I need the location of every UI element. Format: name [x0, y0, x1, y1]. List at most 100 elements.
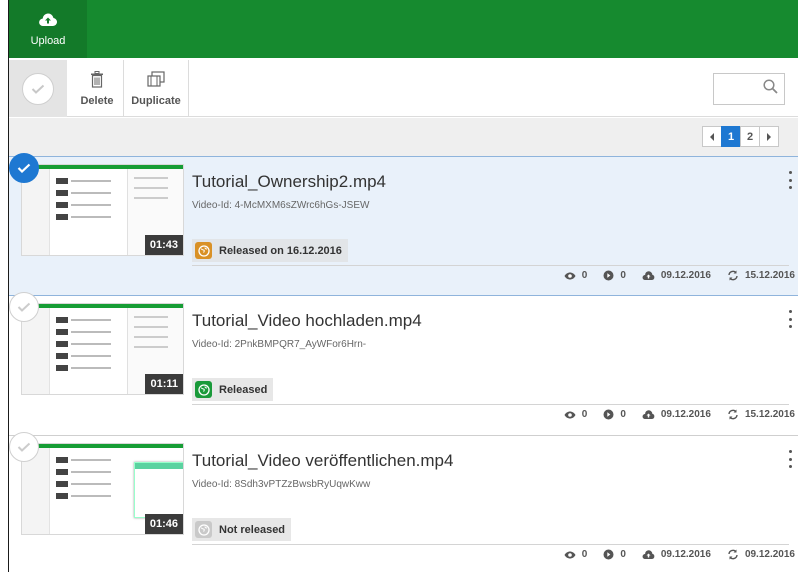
plays-stat: 0	[603, 409, 626, 420]
cloud-upload-icon	[642, 270, 655, 280]
video-id: Video-Id: 4-McMXM6sZWrc6hGs-JSEW	[192, 200, 370, 211]
delete-button[interactable]: Delete	[71, 60, 123, 117]
cloud-upload-icon	[642, 409, 655, 419]
views-stat: 0	[564, 409, 588, 420]
views-count: 0	[581, 409, 588, 420]
eye-icon	[564, 411, 576, 418]
cloud-upload-icon	[642, 549, 655, 559]
duplicate-film-icon	[147, 70, 165, 91]
page-1-button[interactable]: 1	[721, 126, 741, 147]
video-thumbnail[interactable]: 01:46	[21, 443, 184, 535]
video-list-item[interactable]: 01:46 Tutorial_Video veröffentlichen.mp4…	[9, 432, 798, 572]
more-options-icon[interactable]	[787, 310, 793, 328]
check-icon	[17, 302, 31, 312]
item-divider	[192, 404, 789, 405]
video-stats: 0 0 09.12.2016 15.12.2016	[548, 270, 795, 281]
status-text: Released on 16.12.2016	[219, 244, 342, 257]
uploaded-date: 09.12.2016	[660, 549, 711, 560]
video-thumbnail[interactable]: 01:43	[21, 164, 184, 256]
video-list: 01:43 Tutorial_Ownership2.mp4 Video-Id: …	[9, 153, 798, 572]
top-bar: Upload	[9, 0, 798, 58]
views-stat: 0	[564, 549, 588, 560]
video-title[interactable]: Tutorial_Video veröffentlichen.mp4	[192, 451, 453, 471]
status-text: Released	[219, 383, 268, 396]
refresh-icon	[728, 549, 738, 560]
plays-count: 0	[620, 270, 626, 281]
item-select-checkbox[interactable]	[9, 292, 39, 322]
more-options-icon[interactable]	[787, 450, 793, 468]
toolbar-divider	[188, 60, 189, 117]
video-id: Video-Id: 8Sdh3vPTZzBwsbRyUqwKww	[192, 479, 371, 490]
more-options-icon[interactable]	[787, 171, 793, 189]
item-divider	[192, 265, 789, 266]
updated-date: 15.12.2016	[744, 409, 795, 420]
cloud-upload-icon	[38, 12, 58, 33]
refresh-icon	[728, 270, 738, 281]
uploaded-date: 09.12.2016	[660, 270, 711, 281]
caret-left-icon	[710, 132, 714, 141]
prev-page-button[interactable]	[702, 126, 722, 147]
video-list-item[interactable]: 01:43 Tutorial_Ownership2.mp4 Video-Id: …	[9, 153, 798, 296]
duplicate-button[interactable]: Duplicate	[124, 60, 188, 117]
video-thumbnail[interactable]: 01:11	[21, 303, 184, 395]
video-duration: 01:43	[144, 235, 183, 255]
updated-date: 09.12.2016	[744, 549, 795, 560]
globe-disabled-icon	[195, 521, 212, 538]
item-select-checkbox[interactable]	[9, 432, 39, 462]
select-all-toggle[interactable]	[9, 60, 67, 117]
video-duration: 01:46	[144, 514, 183, 534]
uploaded-stat: 09.12.2016	[642, 409, 711, 420]
status-badge: Not released	[192, 518, 292, 541]
pagination: 1 2	[702, 126, 779, 147]
updated-stat: 15.12.2016	[727, 270, 795, 281]
video-duration: 01:11	[145, 374, 183, 394]
uploaded-date: 09.12.2016	[660, 409, 711, 420]
status-badge: Released on 16.12.2016	[192, 239, 348, 262]
page-2-button[interactable]: 2	[740, 126, 760, 147]
updated-stat: 15.12.2016	[727, 409, 795, 420]
item-divider	[192, 544, 789, 545]
toolbar: Delete Duplicate	[9, 60, 798, 117]
trash-icon	[90, 70, 104, 91]
search-input[interactable]	[713, 73, 785, 105]
plays-count: 0	[620, 549, 626, 560]
updated-stat: 09.12.2016	[727, 549, 795, 560]
plays-count: 0	[620, 409, 626, 420]
video-stats: 0 0 09.12.2016 09.12.2016	[548, 549, 795, 560]
play-icon	[603, 409, 614, 420]
video-stats: 0 0 09.12.2016 15.12.2016	[548, 409, 795, 420]
select-all-check-icon	[22, 72, 54, 105]
plays-stat: 0	[603, 549, 626, 560]
delete-label: Delete	[80, 94, 114, 107]
play-icon	[603, 549, 614, 560]
views-count: 0	[581, 549, 588, 560]
globe-schedule-icon	[195, 242, 212, 259]
duplicate-label: Duplicate	[131, 94, 181, 107]
eye-icon	[564, 272, 576, 279]
video-id: Video-Id: 2PnkBMPQR7_AyWFor6Hrn-	[192, 339, 367, 350]
caret-right-icon	[767, 132, 771, 141]
pagination-bar: 1 2	[9, 118, 798, 156]
eye-icon	[564, 551, 576, 558]
upload-button[interactable]: Upload	[9, 0, 87, 58]
uploaded-stat: 09.12.2016	[642, 549, 711, 560]
globe-icon	[195, 381, 212, 398]
video-title[interactable]: Tutorial_Video hochladen.mp4	[192, 311, 422, 331]
views-stat: 0	[564, 270, 588, 281]
video-list-item[interactable]: 01:11 Tutorial_Video hochladen.mp4 Video…	[9, 292, 798, 436]
video-title[interactable]: Tutorial_Ownership2.mp4	[192, 172, 386, 192]
updated-date: 15.12.2016	[744, 270, 795, 281]
item-select-checkbox[interactable]	[9, 153, 39, 183]
uploaded-stat: 09.12.2016	[642, 270, 711, 281]
app-frame: Upload Delete Duplicate 1 2 01:43 Tutori…	[8, 0, 798, 572]
refresh-icon	[728, 409, 738, 420]
status-badge: Released	[192, 378, 274, 401]
search-icon	[763, 79, 778, 99]
check-icon	[17, 442, 31, 452]
views-count: 0	[581, 270, 588, 281]
plays-stat: 0	[603, 270, 626, 281]
play-icon	[603, 270, 614, 281]
status-text: Not released	[219, 523, 286, 536]
upload-label: Upload	[30, 34, 66, 47]
next-page-button[interactable]	[759, 126, 779, 147]
